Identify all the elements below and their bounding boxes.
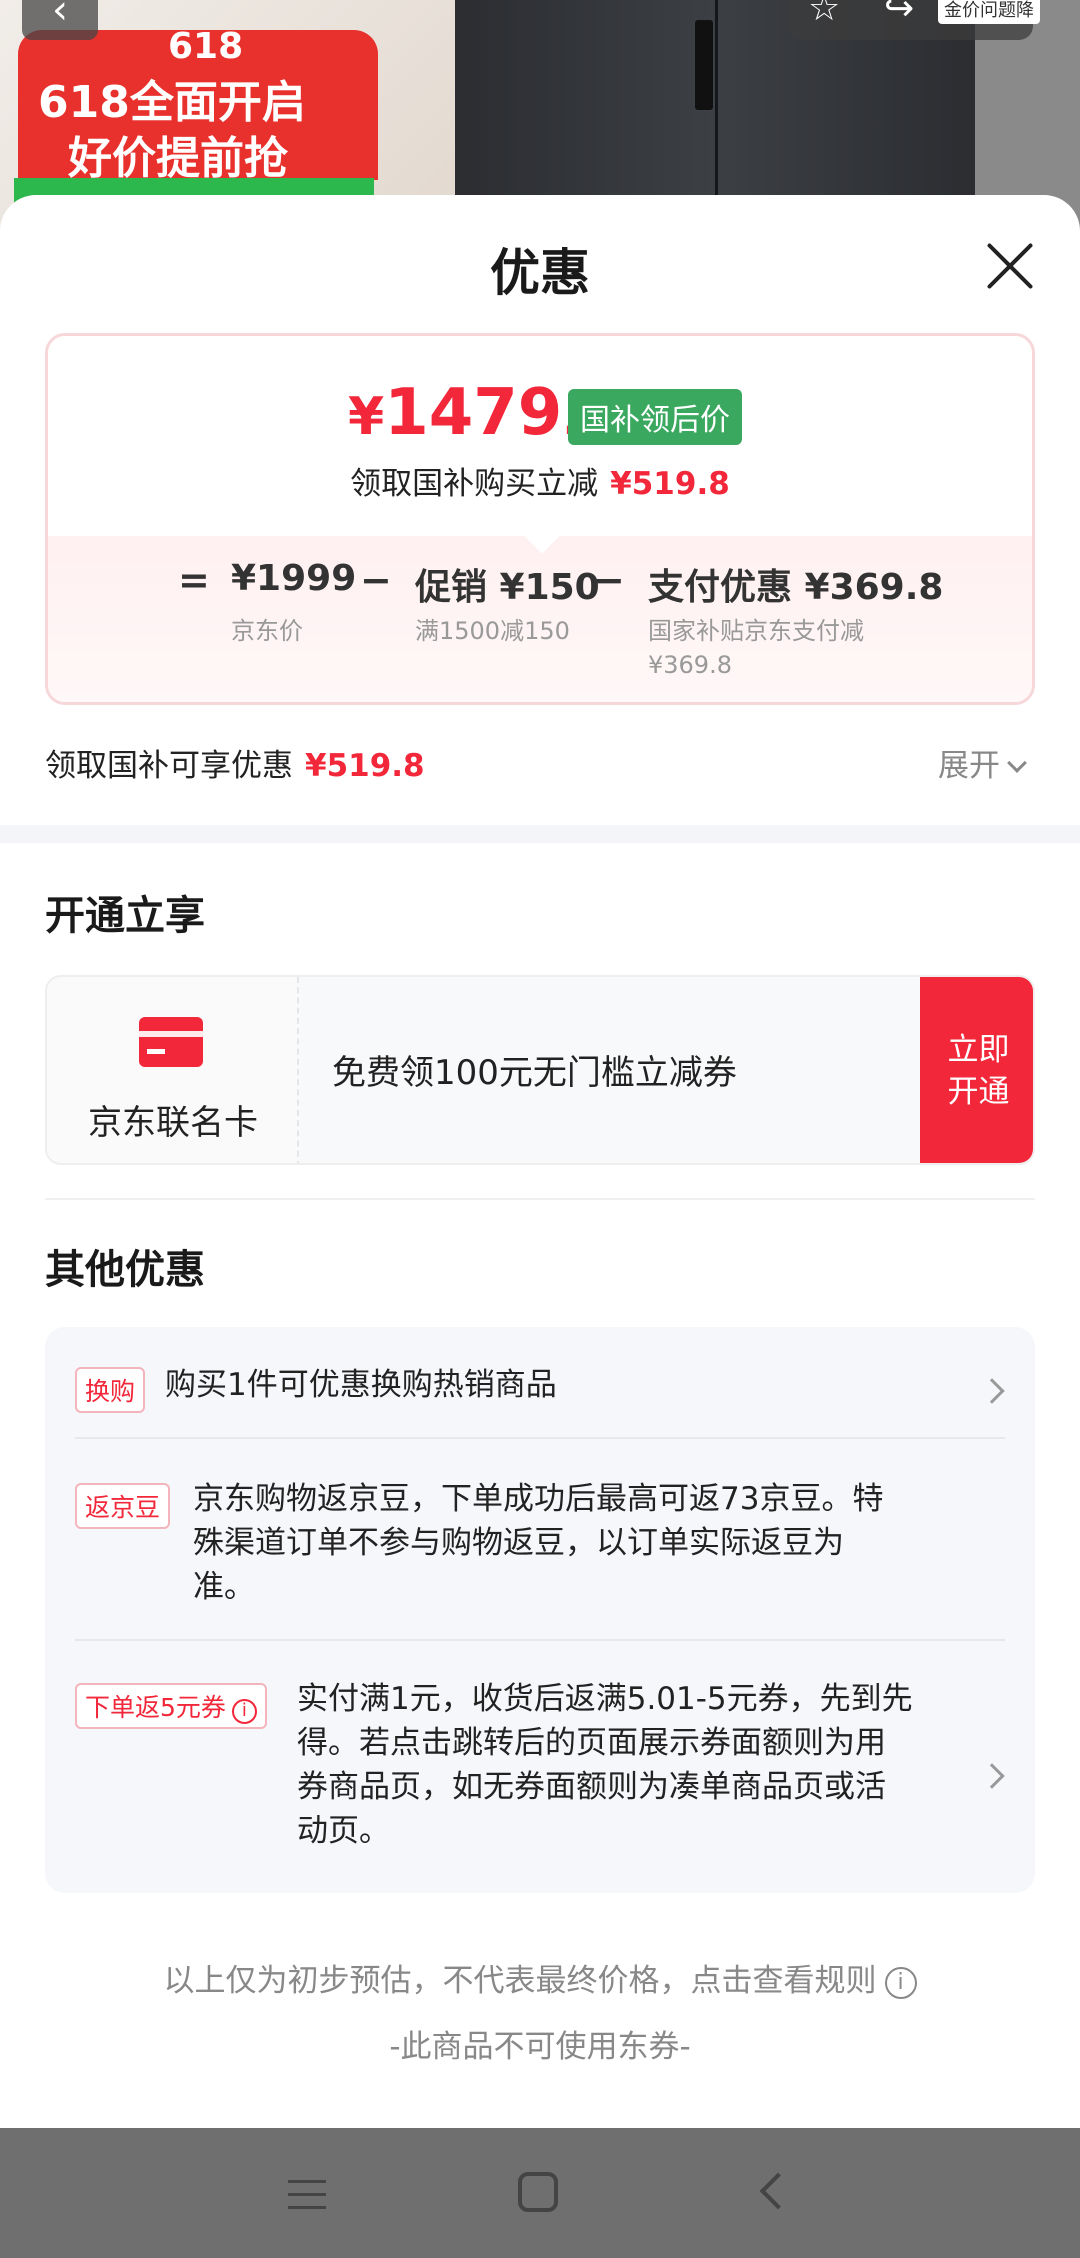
price-card: ¥1479.2 国补领后价 领取国补购买立减¥519.8 = ¥1999 京东价… (45, 333, 1035, 705)
discount-row: 领取国补可享优惠 ¥519.8 (45, 748, 425, 784)
offer-text-line: 殊渠道订单不参与购物返豆，以订单实际返豆为 (193, 1525, 844, 1561)
offer-tag: 换购 (75, 1367, 146, 1413)
payment-discount: 支付优惠 ¥369.8 (648, 567, 944, 608)
promo-discount-label: 满1500减150 (415, 617, 570, 645)
chevron-right-icon (979, 1378, 1005, 1404)
offer-tag: 返京豆 (75, 1483, 171, 1529)
formula-minus: − (360, 558, 392, 602)
jd-price: ¥1999 (231, 558, 357, 599)
offer-text-line: 得。若点击跳转后的页面展示券面额则为用 (297, 1725, 886, 1761)
other-section-title: 其他优惠 (45, 1247, 205, 1293)
offer-text-line: 实付满1元，收货后返满5.01-5元券，先到先 (297, 1681, 913, 1717)
card-description: 免费领100元无门槛立减券 (332, 1053, 737, 1093)
offer-text-line: 动页。 (297, 1813, 390, 1849)
formula-equals: = (178, 558, 210, 602)
back-icon[interactable] (759, 2172, 797, 2210)
back-button[interactable]: ‹ (22, 0, 98, 40)
promo-line1: 618全面开启 (38, 77, 306, 128)
favorite-icon[interactable]: ☆ (808, 0, 840, 29)
section-divider (0, 825, 1080, 843)
rules-note[interactable]: 以上仅为初步预估，不代表最终价格，点击查看规则 i (0, 1955, 1080, 2001)
chevron-right-icon (979, 1763, 1005, 1789)
open-section-title: 开通立享 (45, 893, 205, 939)
close-icon[interactable] (980, 235, 1040, 295)
share-icon[interactable]: ↪ (884, 0, 914, 29)
credit-card-icon (139, 1017, 203, 1067)
offer-text: 购买1件可优惠换购热销商品 (165, 1367, 557, 1403)
formula-minus: − (593, 558, 625, 602)
card-left: 京东联名卡 (47, 977, 299, 1163)
top-badge: 金价问题降 (938, 0, 1040, 24)
card-name: 京东联名卡 (88, 1103, 258, 1143)
subsidy-line: 领取国补购买立减 ¥519.8 (350, 466, 730, 502)
offer-text-line: 京东购物返京豆，下单成功后最高可返73京豆。特 (193, 1481, 884, 1517)
other-offers-card: 换购 购买1件可优惠换购热销商品 返京豆 京东购物返京豆，下单成功后最高可返73… (45, 1327, 1035, 1893)
chevron-down-icon (1007, 753, 1027, 773)
home-icon[interactable] (518, 2172, 558, 2212)
info-icon[interactable]: i (231, 1699, 257, 1724)
payment-discount-amount: ¥369.8 (648, 651, 732, 679)
promo-discount: 促销 ¥150 (415, 567, 600, 608)
sheet-title: 优惠 (490, 244, 590, 302)
payment-discount-label: 国家补贴京东支付减 (648, 617, 864, 645)
offer-text-line: 准。 (193, 1569, 255, 1605)
offer-tag: 下单返5元券 i (75, 1683, 267, 1729)
promo-badge: 618 618全面开启 好价提前抢 (18, 26, 378, 184)
info-icon[interactable]: i (884, 1967, 917, 1999)
coupon-restriction-note: -此商品不可使用东券- (389, 2029, 691, 2065)
promo-line2: 好价提前抢 (68, 133, 288, 184)
offer-text-line: 券商品页，如无券面额则为凑单商品页或活 (297, 1769, 886, 1805)
open-now-button[interactable]: 立即 开通 (920, 977, 1033, 1163)
price-tag: 国补领后价 (568, 389, 742, 445)
jd-price-label: 京东价 (231, 617, 303, 645)
cobrand-card-offer[interactable]: 京东联名卡 免费领100元无门槛立减券 立即 开通 (45, 975, 1035, 1165)
system-nav-bar (0, 2128, 1080, 2258)
discount-sheet: 优惠 ¥1479.2 国补领后价 领取国补购买立减¥519.8 = ¥1999 … (0, 195, 1080, 2128)
expand-button[interactable]: 展开 (938, 740, 1027, 785)
promo-number: 618 (168, 26, 244, 67)
menu-icon[interactable] (288, 2176, 326, 2212)
